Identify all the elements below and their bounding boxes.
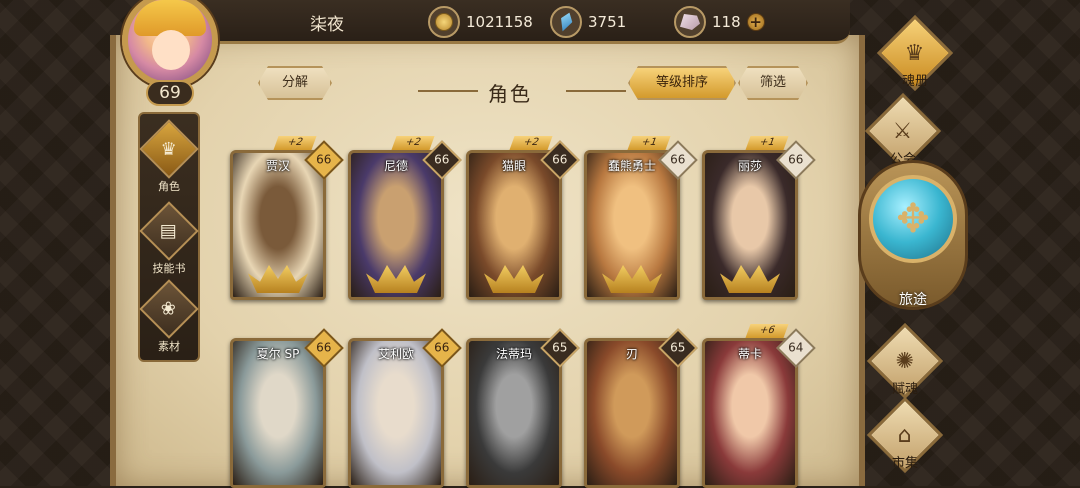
nav-soul-book-button[interactable]: ♛ 魂册 <box>870 14 960 92</box>
crystal-resource[interactable]: 3751 <box>550 6 626 38</box>
character-portrait <box>233 153 323 297</box>
nav-market-button[interactable]: ⌂ 市集 <box>860 396 950 474</box>
journey-button[interactable]: ✥ 旅途 <box>858 160 968 310</box>
sidebar-item-label: 技能书 <box>152 262 186 275</box>
guild-icon: ⚔ <box>893 118 913 144</box>
top-bar: 柒夜 1021158 3751 118 + <box>160 0 850 44</box>
stone-resource[interactable]: 118 + <box>674 6 765 38</box>
player-level-badge: 69 <box>146 80 194 106</box>
helmet-icon: ♛ <box>160 138 178 160</box>
character-level: 66 <box>316 153 332 167</box>
nav-guild-button[interactable]: ⚔ 公会 <box>858 92 948 170</box>
filter-button[interactable]: 筛选 <box>738 66 808 100</box>
character-card[interactable]: 艾利欧 <box>348 338 444 488</box>
character-card[interactable]: 蠢熊勇士 <box>584 150 680 300</box>
sidebar-item-label: 角色 <box>158 180 180 193</box>
decompose-button[interactable]: 分解 <box>258 66 332 100</box>
journey-icon: ✥ <box>896 196 930 242</box>
sidebar-item-character[interactable]: ♛ 角色 <box>139 119 199 194</box>
crystal-value: 3751 <box>588 13 627 31</box>
journey-label: 旅途 <box>899 292 927 308</box>
sidebar-item-label: 素材 <box>158 340 180 353</box>
soul-infuse-icon: ✺ <box>895 348 915 374</box>
character-card[interactable]: 刃 <box>584 338 680 488</box>
enhance-badge: +1 <box>627 136 671 150</box>
nav-label: 魂册 <box>901 74 928 89</box>
character-portrait <box>469 153 559 297</box>
sidebar-item-skillbook[interactable]: ▤ 技能书 <box>139 201 199 276</box>
crystal-icon <box>550 6 582 38</box>
character-portrait <box>351 341 441 485</box>
book-icon: ▤ <box>160 220 178 242</box>
character-portrait <box>587 341 677 485</box>
nav-label: 市集 <box>891 456 918 471</box>
character-card[interactable]: 尼德 <box>348 150 444 300</box>
material-icon: ❀ <box>161 298 177 320</box>
left-sidebar: ♛ 角色 ▤ 技能书 ❀ 素材 <box>138 112 200 362</box>
enhance-badge: +1 <box>745 136 789 150</box>
add-stone-button[interactable]: + <box>746 13 765 31</box>
character-portrait <box>233 341 323 485</box>
character-level: 66 <box>670 153 686 167</box>
character-portrait <box>351 153 441 297</box>
character-card[interactable]: 夏尔 SP <box>230 338 326 488</box>
character-level: 66 <box>434 153 450 167</box>
gold-resource[interactable]: 1021158 <box>428 6 533 38</box>
character-level: 66 <box>552 153 568 167</box>
character-level: 66 <box>788 153 804 167</box>
sidebar-item-material[interactable]: ❀ 素材 <box>139 279 199 354</box>
character-portrait <box>705 153 795 297</box>
character-card[interactable]: 猫眼 <box>466 150 562 300</box>
stone-value: 118 <box>712 13 741 31</box>
enhance-badge: +6 <box>745 324 789 338</box>
stone-icon <box>674 6 706 38</box>
character-card[interactable]: 蒂卡 <box>702 338 798 488</box>
character-card[interactable]: 贾汉 <box>230 150 326 300</box>
character-card[interactable]: 丽莎 <box>702 150 798 300</box>
character-portrait <box>469 341 559 485</box>
player-name: 柒夜 <box>310 15 344 35</box>
character-level: 66 <box>434 341 450 355</box>
character-level: 66 <box>316 341 332 355</box>
soul-book-icon: ♛ <box>905 40 925 66</box>
sort-by-level-button[interactable]: 等级排序 <box>628 66 736 100</box>
page-title: 角色 <box>488 82 532 106</box>
enhance-badge: +2 <box>391 136 435 150</box>
enhance-badge: +2 <box>509 136 553 150</box>
gold-value: 1021158 <box>466 13 533 31</box>
market-icon: ⌂ <box>898 422 912 448</box>
character-card[interactable]: 法蒂玛 <box>466 338 562 488</box>
character-level: 65 <box>552 341 568 355</box>
nav-label: 赋魂 <box>891 382 918 397</box>
character-portrait <box>705 341 795 485</box>
character-level: 64 <box>788 341 804 355</box>
character-level: 65 <box>670 341 686 355</box>
character-portrait <box>587 153 677 297</box>
nav-soul-infuse-button[interactable]: ✺ 赋魂 <box>860 322 950 400</box>
enhance-badge: +2 <box>273 136 317 150</box>
gold-coin-icon <box>428 6 460 38</box>
